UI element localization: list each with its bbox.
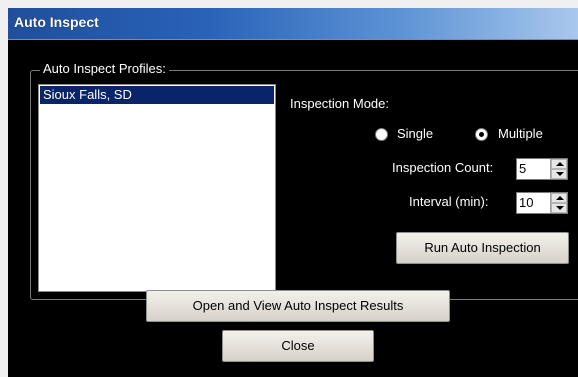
interval-label: Interval (min): <box>409 194 489 209</box>
profiles-listbox[interactable]: Sioux Falls, SD <box>38 84 276 292</box>
radio-multiple[interactable] <box>475 128 488 141</box>
radio-single-label[interactable]: Single <box>397 126 433 142</box>
radio-multiple-label[interactable]: Multiple <box>498 126 543 142</box>
close-button[interactable]: Close <box>222 330 374 362</box>
inspection-count-label: Inspection Count: <box>392 160 494 175</box>
inspection-count-stepper[interactable]: 5 <box>516 158 568 180</box>
inspection-count-spin-buttons <box>550 159 567 179</box>
dialog-client-area: Auto Inspect Profiles: Sioux Falls, SD I… <box>8 40 578 377</box>
auto-inspect-window: Auto Inspect Auto Inspect Profiles: Siou… <box>8 8 578 377</box>
inspection-mode-label: Inspection Mode: <box>290 96 390 111</box>
run-auto-inspection-button[interactable]: Run Auto Inspection <box>396 232 569 264</box>
inspection-count-value[interactable]: 5 <box>519 161 526 177</box>
interval-value[interactable]: 10 <box>519 195 533 211</box>
interval-stepper[interactable]: 10 <box>516 192 568 214</box>
profiles-group-label: Auto Inspect Profiles: <box>40 61 169 77</box>
open-results-button[interactable]: Open and View Auto Inspect Results <box>146 290 450 322</box>
inspection-count-down-arrow-icon[interactable] <box>551 169 567 179</box>
window-title: Auto Inspect <box>14 14 99 30</box>
radio-single[interactable] <box>375 128 388 141</box>
interval-down-arrow-icon[interactable] <box>551 203 567 213</box>
interval-up-arrow-icon[interactable] <box>551 193 567 203</box>
interval-spin-buttons <box>550 193 567 213</box>
title-bar[interactable]: Auto Inspect <box>8 8 578 40</box>
inspection-count-up-arrow-icon[interactable] <box>551 159 567 169</box>
list-item-profile[interactable]: Sioux Falls, SD <box>40 86 274 104</box>
